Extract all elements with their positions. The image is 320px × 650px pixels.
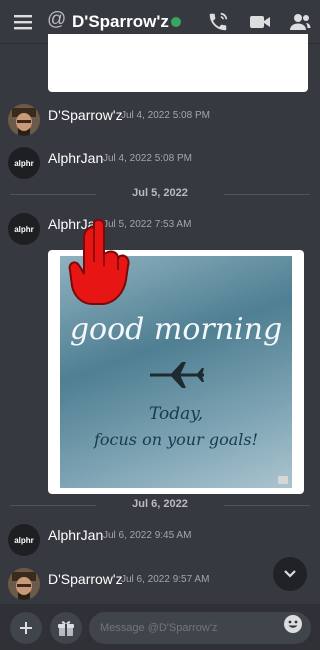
message-author[interactable]: AlphrJan [48, 150, 103, 166]
message-row: alphr AlphrJan Jul 5, 2022 7:53 AM [0, 213, 320, 253]
image-headline: good morning [69, 312, 283, 347]
avatar[interactable] [8, 568, 40, 600]
online-status-indicator [171, 17, 181, 27]
page-title: D'Sparrow'z [72, 12, 169, 31]
date-divider: Jul 6, 2022 [10, 498, 310, 512]
at-icon: @ [47, 9, 67, 30]
divider-label: Jul 5, 2022 [132, 187, 188, 199]
add-attachment-button[interactable] [10, 612, 42, 644]
message-timestamp: Jul 4, 2022 5:08 PM [121, 110, 210, 121]
gift-icon [58, 621, 74, 636]
message-author[interactable]: AlphrJan [48, 527, 103, 543]
divider-line [224, 505, 310, 506]
message-author[interactable]: D'Sparrow'z [48, 571, 123, 587]
message-timestamp: Jul 6, 2022 9:57 AM [121, 574, 210, 585]
menu-icon[interactable] [12, 11, 34, 33]
message-timestamp: Jul 4, 2022 5:08 PM [103, 153, 192, 164]
voice-call-icon[interactable] [206, 10, 230, 34]
chevron-down-icon [284, 570, 296, 578]
scroll-to-bottom-button[interactable] [273, 557, 307, 591]
watermark-logo [278, 476, 288, 484]
message-row: alphr AlphrJan Jul 6, 2022 9:45 AM [0, 524, 320, 564]
image-subline: Today, [148, 404, 204, 424]
previous-attachment[interactable] [48, 34, 308, 92]
divider-label: Jul 6, 2022 [132, 498, 188, 510]
message-row: D'Sparrow'z Jul 6, 2022 9:57 AM [0, 568, 320, 608]
message-row: D'Sparrow'z Jul 4, 2022 5:08 PM [0, 104, 320, 144]
message-row: alphr AlphrJan Jul 4, 2022 5:08 PM [0, 147, 320, 187]
avatar[interactable]: alphr [8, 147, 40, 179]
message-author[interactable]: D'Sparrow'z [48, 107, 123, 123]
image-caption: focus on your goals! [93, 430, 259, 449]
divider-line [224, 194, 310, 195]
video-call-icon[interactable] [248, 11, 272, 33]
avatar[interactable]: alphr [8, 524, 40, 556]
date-divider: Jul 5, 2022 [10, 187, 310, 201]
hand-pointer-icon [68, 218, 130, 305]
gift-button[interactable] [50, 612, 82, 644]
message-composer [0, 604, 320, 650]
message-input[interactable] [89, 612, 311, 644]
member-list-icon[interactable] [288, 11, 312, 33]
message-timestamp: Jul 6, 2022 9:45 AM [103, 530, 192, 541]
airplane-icon [150, 362, 204, 388]
emoji-icon[interactable] [283, 614, 303, 634]
avatar[interactable]: alphr [8, 213, 40, 245]
plus-icon [20, 622, 32, 634]
avatar[interactable] [8, 104, 40, 136]
